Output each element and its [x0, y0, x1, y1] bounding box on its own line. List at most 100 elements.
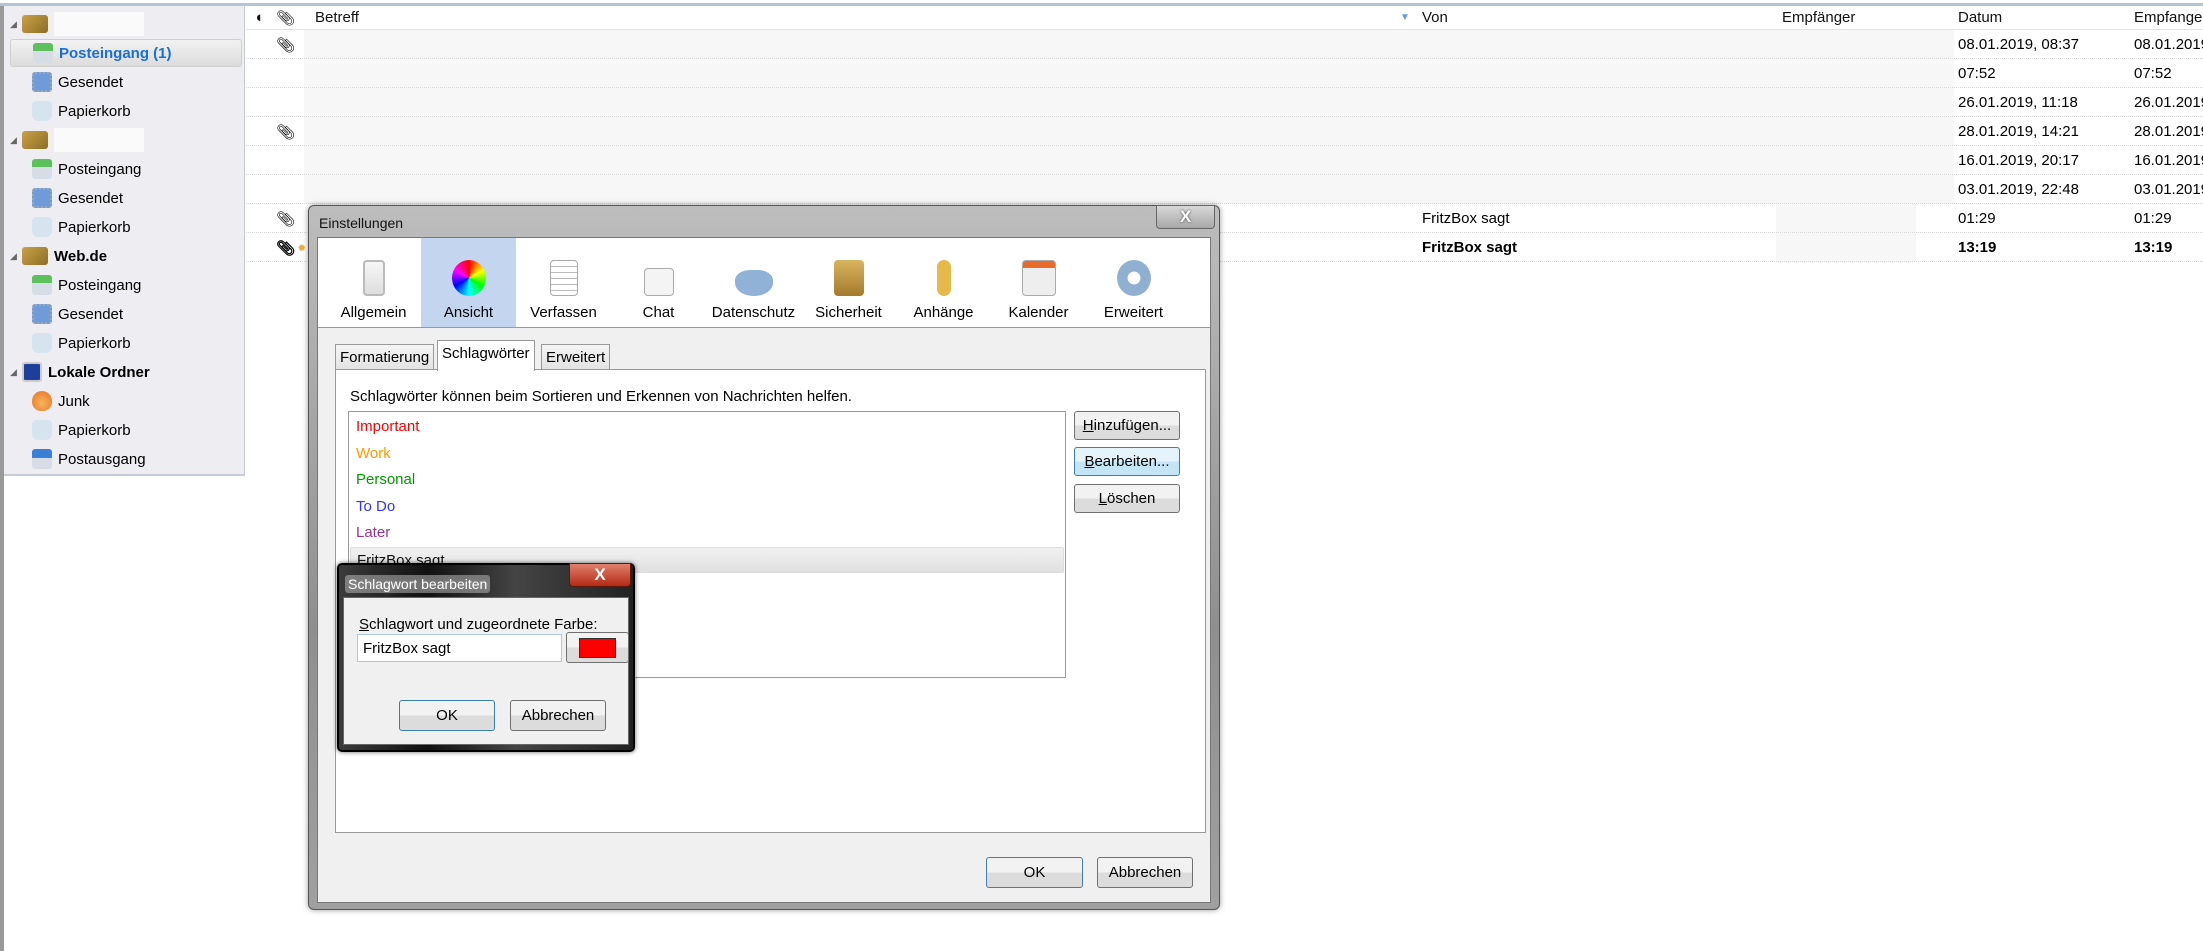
trash-icon — [32, 333, 52, 353]
junk-icon — [32, 391, 52, 411]
add-tag-button[interactable]: Hinzufügen... — [1074, 411, 1180, 440]
thread-date: 08.01.2019, 08:37 — [1958, 36, 2079, 53]
trash-icon — [32, 420, 52, 440]
thread-row[interactable]: 03.01.2019, 22:48 03.01.2019 — [246, 175, 2203, 204]
toolbar-chat-bubble[interactable]: Chat — [611, 238, 706, 327]
close-button[interactable]: X — [1156, 205, 1215, 229]
close-button[interactable]: X — [569, 563, 631, 587]
tag-item[interactable]: To Do — [350, 494, 1064, 520]
account-row[interactable]: ◢ — [10, 10, 242, 38]
folder-item[interactable]: Posteingang — [10, 271, 242, 299]
account-icon — [22, 131, 48, 149]
tab-schlagwörter[interactable]: Schlagwörter — [437, 340, 535, 371]
twisty-icon[interactable]: ◢ — [10, 367, 20, 378]
thread-received-date: 13:19 — [2134, 239, 2173, 256]
sent-icon — [32, 188, 52, 208]
thread-date: 13:19 — [1958, 239, 1997, 256]
thread-row[interactable]: 26.01.2019, 11:18 26.01.2019 — [246, 88, 2203, 117]
toolbar-gear[interactable]: Erweitert — [1086, 238, 1181, 327]
label-text: chlagwort und zugeordnete Farbe: — [369, 616, 598, 633]
tag-item[interactable]: Personal — [350, 467, 1064, 493]
thread-date: 26.01.2019, 11:18 — [1958, 94, 2078, 111]
edit-tag-button[interactable]: Bearbeiten... — [1074, 447, 1180, 476]
folder-label: Gesendet — [58, 189, 124, 207]
ok-button[interactable]: OK — [399, 700, 495, 731]
toolbar-compose-pencil[interactable]: Verfassen — [516, 238, 611, 327]
twisty-icon[interactable]: ◢ — [10, 19, 20, 30]
ok-button[interactable]: OK — [986, 857, 1083, 888]
thread-row[interactable]: 16.01.2019, 20:17 16.01.2019 — [246, 146, 2203, 175]
column-date[interactable]: Datum — [1958, 9, 2002, 26]
toolbar-label: Anhänge — [913, 304, 974, 321]
column-received[interactable]: Empfange — [2134, 9, 2202, 26]
thread-row[interactable]: 📎︎ 28.01.2019, 14:21 28.01.2019 — [246, 117, 2203, 146]
toolbar-label: Erweitert — [1103, 304, 1164, 321]
junk-column-icon[interactable]: ◖ — [254, 9, 263, 26]
folder-item[interactable]: Posteingang — [10, 155, 242, 183]
account-name-redacted — [54, 12, 144, 36]
preferences-toolbar: Allgemein Ansicht Verfassen Chat Datenschutz… — [318, 238, 1210, 328]
inbox-icon — [32, 159, 52, 179]
thread-row[interactable]: 07:52 07:52 — [246, 59, 2203, 88]
color-picker-button[interactable] — [566, 632, 629, 663]
toolbar-label: Kalender — [1008, 304, 1069, 321]
toolbar-label: Allgemein — [340, 304, 407, 321]
thread-received-date: 08.01.2019 — [2134, 36, 2203, 53]
attachment-column-icon[interactable]: 📎︎ — [276, 9, 295, 27]
folder-item[interactable]: Gesendet — [10, 184, 242, 212]
thread-row[interactable]: 📎︎ 08.01.2019, 08:37 08.01.2019 — [246, 30, 2203, 59]
toolbar-privacy-mask[interactable]: Datenschutz — [706, 238, 801, 327]
toolbar-padlock[interactable]: Sicherheit — [801, 238, 896, 327]
tag-name-label: Schlagwort und zugeordnete Farbe: — [359, 616, 598, 633]
folder-item[interactable]: Junk — [10, 387, 242, 415]
account-row[interactable]: ◢ — [10, 126, 242, 154]
accesskey: B — [1084, 453, 1095, 470]
thread-received-date: 01:29 — [2134, 210, 2172, 227]
folder-label: Posteingang — [58, 276, 142, 294]
tab-formatierung[interactable]: Formatierung — [335, 344, 435, 370]
toolbar-toggle-switch[interactable]: Allgemein — [326, 238, 421, 327]
folder-item[interactable]: Gesendet — [10, 68, 242, 96]
tag-item[interactable]: Important — [350, 414, 1064, 440]
tag-name-input[interactable] — [357, 634, 562, 662]
toolbar-paperclip[interactable]: Anhänge — [896, 238, 991, 327]
tag-item[interactable]: Later — [350, 520, 1064, 546]
folder-label: Papierkorb — [58, 102, 131, 120]
delete-tag-button[interactable]: Löschen — [1074, 484, 1180, 513]
tab-erweitert[interactable]: Erweitert — [541, 344, 611, 370]
account-name: Lokale Ordner — [48, 363, 150, 381]
column-recipient[interactable]: Empfänger — [1782, 9, 1855, 26]
attachment-icon: 📎︎ — [276, 124, 296, 141]
twisty-icon[interactable]: ◢ — [10, 135, 20, 146]
column-from[interactable]: Von — [1422, 9, 1448, 26]
account-name-redacted — [54, 128, 144, 152]
attachment-icon: 📎︎ — [276, 211, 296, 228]
folder-item[interactable]: Papierkorb — [10, 329, 242, 357]
folder-item[interactable]: Postausgang — [10, 445, 242, 473]
tag-item[interactable]: Work — [350, 441, 1064, 467]
folder-item[interactable]: Gesendet — [10, 300, 242, 328]
toolbar-label: Sicherheit — [815, 304, 882, 321]
folder-item[interactable]: Papierkorb — [10, 213, 242, 241]
cancel-button[interactable]: Abbrechen — [510, 700, 606, 731]
folder-label: Papierkorb — [58, 334, 131, 352]
color-palette-icon — [451, 260, 486, 296]
folder-label: Gesendet — [58, 73, 124, 91]
folder-item[interactable]: Papierkorb — [10, 416, 242, 444]
column-subject[interactable]: Betreff — [315, 9, 359, 26]
calendar-icon — [1021, 260, 1056, 296]
account-row[interactable]: ◢ Web.de — [10, 242, 242, 270]
folder-item[interactable]: Papierkorb — [10, 97, 242, 125]
account-row[interactable]: ◢ Lokale Ordner — [10, 358, 242, 386]
local-folders-icon — [22, 362, 42, 382]
toolbar-calendar[interactable]: Kalender — [991, 238, 1086, 327]
folder-item[interactable]: Posteingang (1) — [10, 39, 242, 67]
account-icon — [22, 247, 48, 265]
toolbar-color-palette[interactable]: Ansicht — [421, 238, 516, 327]
button-label: earbeiten... — [1094, 453, 1170, 470]
cancel-button[interactable]: Abbrechen — [1097, 857, 1193, 888]
attachment-icon: 📎︎ — [276, 37, 296, 54]
twisty-icon[interactable]: ◢ — [10, 251, 20, 262]
dialog-title: Schlagwort bearbeiten — [345, 575, 491, 593]
thread-header: ◖ 📎︎ Betreff ▼ Von Empfänger Datum Empfa… — [246, 6, 2203, 30]
